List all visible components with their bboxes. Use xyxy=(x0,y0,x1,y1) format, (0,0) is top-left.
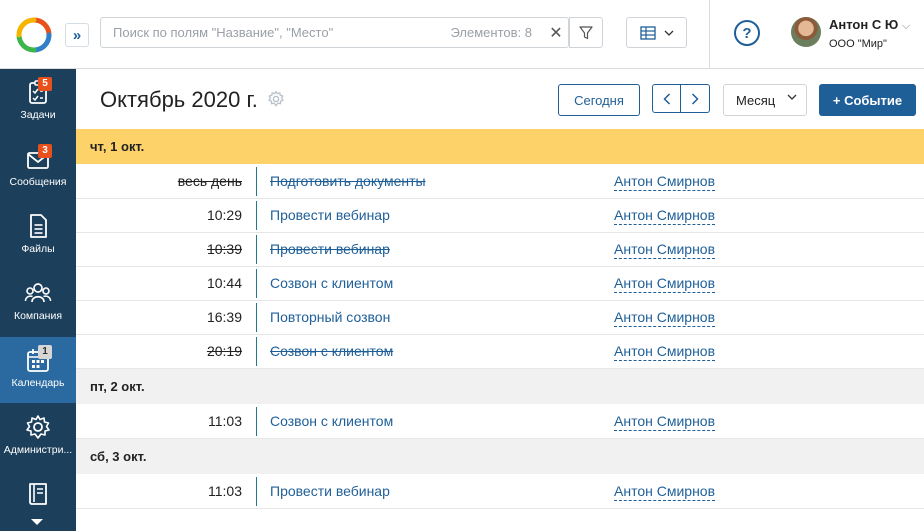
event-time: весь день xyxy=(177,173,242,189)
top-bar: » Элементов: 8 ✕ ? Антон С Ю ⌵ ООО "Мир" xyxy=(0,0,924,69)
book-icon xyxy=(29,483,47,505)
event-owner[interactable]: Антон Смирнов xyxy=(614,241,716,259)
event-time: 10:29 xyxy=(206,207,242,223)
search-input[interactable] xyxy=(101,25,451,40)
sidebar-item-calendar[interactable]: 1 Календарь xyxy=(0,337,76,403)
event-owner[interactable]: Антон Смирнов xyxy=(614,483,716,501)
sidebar-item-label: Администри... xyxy=(3,444,73,456)
view-mode-button[interactable] xyxy=(626,17,687,48)
event-title[interactable]: Повторный созвон xyxy=(270,301,390,334)
event-row[interactable]: 10:39 Провести вебинар Антон Смирнов xyxy=(76,233,924,267)
file-icon xyxy=(30,214,47,238)
event-divider xyxy=(256,269,257,298)
chevron-left-icon xyxy=(662,92,670,105)
sidebar-item-label: Сообщения xyxy=(9,176,67,188)
event-divider xyxy=(256,235,257,264)
event-row[interactable]: весь день Подготовить документы Антон См… xyxy=(76,165,924,199)
event-time: 20:19 xyxy=(206,343,242,359)
filter-button[interactable] xyxy=(569,17,603,48)
day-header: чт, 1 окт. xyxy=(76,129,924,164)
app-logo-icon[interactable] xyxy=(16,17,52,53)
next-period-button[interactable] xyxy=(681,84,710,113)
sidebar: 5 Задачи 3 Сообщения Файлы Компания 1 Ка… xyxy=(0,69,76,531)
day-header: сб, 3 окт. xyxy=(76,439,924,474)
sidebar-item-label: Задачи xyxy=(20,109,56,121)
event-row[interactable]: 10:29 Провести вебинар Антон Смирнов xyxy=(76,199,924,233)
page-title: Октябрь 2020 г. xyxy=(100,87,258,112)
search-box: Элементов: 8 ✕ xyxy=(100,17,569,48)
gear-icon xyxy=(26,415,50,439)
event-time: 10:39 xyxy=(206,241,242,257)
event-row[interactable]: 20:19 Созвон с клиентом Антон Смирнов xyxy=(76,335,924,369)
event-title[interactable]: Созвон с клиентом xyxy=(270,267,393,300)
event-title[interactable]: Подготовить документы xyxy=(270,165,426,198)
sidebar-item-files[interactable]: Файлы xyxy=(0,203,76,269)
tasks-badge: 5 xyxy=(38,77,52,91)
today-button[interactable]: Сегодня xyxy=(558,84,640,116)
event-title[interactable]: Провести вебинар xyxy=(270,475,390,508)
period-select-value: Месяц xyxy=(736,92,776,108)
sidebar-item-company[interactable]: Компания xyxy=(0,270,76,336)
event-title[interactable]: Провести вебинар xyxy=(270,233,390,266)
double-chevron-right-icon: » xyxy=(72,26,82,44)
event-divider xyxy=(256,167,257,196)
event-divider xyxy=(256,477,257,506)
question-icon: ? xyxy=(742,24,752,42)
user-organization: ООО "Мир" xyxy=(829,38,887,50)
event-owner[interactable]: Антон Смирнов xyxy=(614,275,716,293)
period-select[interactable]: Месяц xyxy=(723,84,807,116)
event-owner[interactable]: Антон Смирнов xyxy=(614,343,716,361)
expand-sidebar-button[interactable]: » xyxy=(65,23,89,47)
sidebar-item-label: Компания xyxy=(13,310,63,322)
close-icon[interactable]: ✕ xyxy=(544,23,568,43)
event-divider xyxy=(256,337,257,366)
filter-icon xyxy=(579,25,593,39)
people-icon xyxy=(24,283,52,303)
sidebar-item-tasks[interactable]: 5 Задачи xyxy=(0,69,76,135)
gear-icon[interactable] xyxy=(267,90,285,108)
event-row[interactable]: 11:03 Провести вебинар Антон Смирнов xyxy=(76,475,924,509)
calendar-main: Октябрь 2020 г. Сегодня Месяц + Событие … xyxy=(76,69,924,531)
event-time: 10:44 xyxy=(206,275,242,291)
sidebar-item-admin[interactable]: Администри... xyxy=(0,404,76,470)
event-row[interactable]: 11:03 Созвон с клиентом Антон Смирнов xyxy=(76,405,924,439)
event-row[interactable]: 16:39 Повторный созвон Антон Смирнов xyxy=(76,301,924,335)
day-header: пт, 2 окт. xyxy=(76,369,924,404)
chevron-down-icon: ⌵ xyxy=(901,20,911,32)
event-owner[interactable]: Антон Смирнов xyxy=(614,173,716,191)
event-divider xyxy=(256,407,257,436)
chevron-right-icon xyxy=(691,92,699,105)
user-menu[interactable]: Антон С Ю ⌵ xyxy=(829,17,910,33)
scroll-down-icon[interactable] xyxy=(31,519,43,525)
sidebar-item-label: Календарь xyxy=(11,377,65,389)
search-results-count: Элементов: 8 xyxy=(450,25,532,40)
event-owner[interactable]: Антон Смирнов xyxy=(614,207,716,225)
messages-badge: 3 xyxy=(38,144,52,158)
event-divider xyxy=(256,303,257,332)
table-view-icon xyxy=(639,25,656,40)
help-button[interactable]: ? xyxy=(734,20,760,46)
event-owner[interactable]: Антон Смирнов xyxy=(614,309,716,327)
chevron-down-icon xyxy=(664,30,673,36)
avatar[interactable] xyxy=(791,17,821,47)
user-name: Антон С Ю xyxy=(829,17,899,32)
add-event-button[interactable]: + Событие xyxy=(819,84,916,116)
event-row[interactable]: 10:44 Созвон с клиентом Антон Смирнов xyxy=(76,267,924,301)
event-title[interactable]: Провести вебинар xyxy=(270,199,390,232)
previous-period-button[interactable] xyxy=(652,84,681,113)
chevron-down-icon xyxy=(787,94,797,100)
event-time: 11:03 xyxy=(208,413,242,429)
sidebar-item-messages[interactable]: 3 Сообщения xyxy=(0,136,76,202)
event-divider xyxy=(256,201,257,230)
event-time: 16:39 xyxy=(206,309,242,325)
divider xyxy=(709,0,710,69)
event-time: 11:03 xyxy=(208,483,242,499)
event-owner[interactable]: Антон Смирнов xyxy=(614,413,716,431)
sidebar-item-label: Файлы xyxy=(21,243,55,255)
event-title[interactable]: Созвон с клиентом xyxy=(270,405,393,438)
event-title[interactable]: Созвон с клиентом xyxy=(270,335,393,368)
calendar-badge: 1 xyxy=(38,345,52,359)
